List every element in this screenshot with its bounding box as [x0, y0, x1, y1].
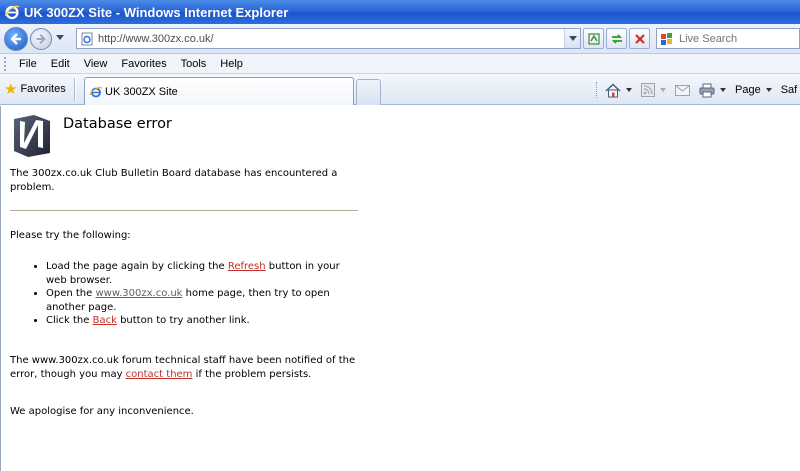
- refresh-icon: [611, 33, 622, 44]
- ie-page-icon: [89, 86, 103, 97]
- search-box: [656, 28, 800, 49]
- print-dropdown-icon[interactable]: [720, 88, 726, 92]
- menu-bar: File Edit View Favorites Tools Help: [0, 54, 800, 74]
- stop-button[interactable]: [629, 28, 650, 49]
- compatibility-view-button[interactable]: [583, 28, 604, 49]
- list-item: Open the www.300zx.co.uk home page, then…: [46, 287, 361, 314]
- menu-favorites[interactable]: Favorites: [114, 58, 173, 70]
- refresh-link[interactable]: Refresh: [228, 261, 266, 272]
- feeds-dropdown-icon[interactable]: [660, 88, 666, 92]
- suggestions-list: Load the page again by clicking the Refr…: [1, 260, 361, 328]
- home-dropdown-icon[interactable]: [626, 88, 632, 92]
- arrow-right-icon: [36, 34, 46, 44]
- toolbar-divider: [74, 78, 76, 102]
- internet-explorer-icon: [4, 5, 20, 20]
- chevron-down-icon: [568, 35, 577, 41]
- forward-button[interactable]: [30, 28, 52, 50]
- menu-view[interactable]: View: [77, 58, 115, 70]
- menu-edit[interactable]: Edit: [44, 58, 77, 70]
- favorites-button[interactable]: ★ Favorites: [4, 80, 66, 98]
- window-title: UK 300ZX Site - Windows Internet Explore…: [24, 4, 289, 20]
- page-menu-label: Page: [735, 84, 761, 96]
- apology-text: We apologise for any inconvenience.: [10, 406, 194, 417]
- list-item: Load the page again by clicking the Refr…: [46, 260, 361, 287]
- command-bar: Page Saf: [596, 80, 800, 100]
- toolbar-grip[interactable]: [4, 56, 7, 71]
- ie-page-icon: [81, 32, 93, 45]
- menu-help[interactable]: Help: [213, 58, 250, 70]
- notification-text: The www.300zx.co.uk forum technical staf…: [10, 355, 356, 380]
- address-input[interactable]: [98, 29, 564, 48]
- page-dropdown-icon: [765, 88, 772, 92]
- address-toolbar: [0, 24, 800, 54]
- site-logo: [14, 115, 50, 157]
- close-icon: [634, 33, 645, 44]
- toolbar-divider: [596, 82, 597, 98]
- feeds-button[interactable]: [641, 83, 666, 97]
- read-mail-button[interactable]: [675, 84, 690, 96]
- safety-menu-label: Saf: [780, 84, 798, 96]
- mail-icon: [675, 84, 690, 96]
- list-item: Click the Back button to try another lin…: [46, 314, 361, 328]
- tab-active[interactable]: UK 300ZX Site: [84, 77, 354, 105]
- print-button[interactable]: [699, 83, 726, 98]
- live-search-icon: [661, 32, 672, 45]
- back-button[interactable]: [4, 27, 28, 51]
- rss-feed-icon: [641, 83, 655, 97]
- window-titlebar[interactable]: UK 300ZX Site - Windows Internet Explore…: [0, 0, 800, 24]
- compatibility-icon: [587, 32, 600, 45]
- recent-pages-dropdown[interactable]: [56, 35, 64, 40]
- divider: [10, 210, 358, 211]
- arrow-left-icon: [10, 33, 21, 45]
- favorites-label: Favorites: [20, 83, 66, 95]
- new-tab-button[interactable]: [356, 79, 381, 105]
- home-page-link[interactable]: www.300zx.co.uk: [95, 288, 182, 299]
- page-content: Database error The 300zx.co.uk Club Bull…: [0, 106, 800, 471]
- safety-menu-button[interactable]: Saf: [781, 84, 798, 96]
- home-button[interactable]: [605, 82, 632, 98]
- favorites-and-tabs-bar: ★ Favorites UK 300ZX Site Page Saf: [0, 74, 800, 105]
- home-icon: [605, 82, 621, 97]
- refresh-button[interactable]: [606, 28, 627, 49]
- tab-title: UK 300ZX Site: [105, 85, 178, 98]
- address-bar: [76, 28, 581, 49]
- back-link[interactable]: Back: [93, 315, 117, 326]
- star-icon: ★: [4, 80, 18, 98]
- printer-icon: [699, 83, 715, 97]
- menu-tools[interactable]: Tools: [174, 58, 214, 70]
- page-title: Database error: [63, 116, 172, 132]
- instructions-heading: Please try the following:: [10, 230, 131, 241]
- search-input[interactable]: [676, 32, 794, 45]
- address-dropdown-button[interactable]: [564, 29, 580, 48]
- error-intro-text: The 300zx.co.uk Club Bulletin Board data…: [10, 168, 338, 193]
- contact-link[interactable]: contact them: [126, 369, 193, 380]
- menu-file[interactable]: File: [12, 58, 44, 70]
- page-menu-button[interactable]: Page: [735, 84, 772, 96]
